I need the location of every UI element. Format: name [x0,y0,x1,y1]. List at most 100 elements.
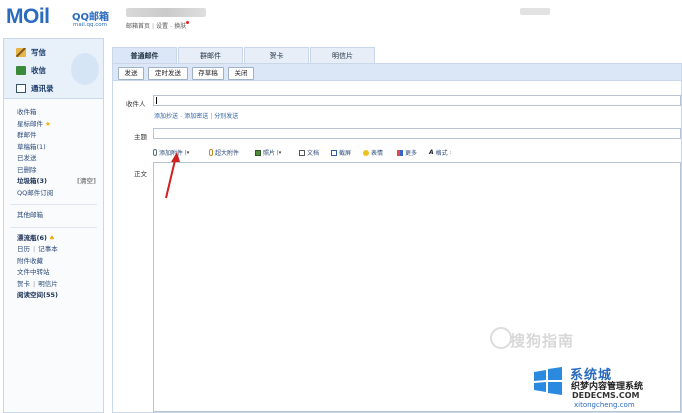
clear-spam-link[interactable]: [清空] [77,176,96,188]
photo-button[interactable]: 照片 |▾ [255,148,281,157]
folder-inbox[interactable]: 收件箱 [4,107,103,119]
big-paperclip-icon [209,149,213,156]
tab-greeting-card[interactable]: 贺卡 [244,47,309,64]
document-label: 文档 [307,150,320,157]
emoji-label: 表情 [371,150,384,157]
emoji-button[interactable]: 表情 [363,148,383,157]
scheduled-send-button[interactable]: 定时发送 [148,67,188,80]
qqmail-logo[interactable]: MOil [6,5,50,29]
compose-toolbar: 发送 定时发送 存草稿 关闭 [113,64,681,81]
folder-deleted[interactable]: 已删除 [4,165,103,177]
folder-file-transfer[interactable]: 文件中转站 [4,267,103,279]
chevron-down-icon[interactable]: |▾ [277,150,281,156]
link-calendar[interactable]: 日历 [17,245,30,253]
new-dot-icon [186,21,190,24]
link-mailbox-home[interactable]: 邮箱首页 [126,23,150,30]
more-button[interactable]: 更多 [397,148,417,157]
chevron-icon: : [449,149,452,156]
image-icon [255,149,261,156]
photo-label: 照片 [263,150,276,157]
contacts-button[interactable]: 通讯录 [16,83,54,94]
folder-starred[interactable]: 星标邮件 ★ [4,119,103,131]
blurred-username [126,8,206,17]
editor-toolbar: 添加附件 |▾ 超大附件 照片 |▾ 文档 截屏 表情 更多 A 格式: [153,148,681,160]
tab-postcard[interactable]: 明信片 [310,47,375,64]
recipient-input[interactable] [153,95,681,106]
format-button[interactable]: A 格式: [429,148,451,157]
star-icon: ★ [45,119,51,128]
font-icon: A [429,149,434,156]
logo-qq-label: QQ邮箱 [72,12,110,23]
link-postcard[interactable]: 明信片 [38,280,58,288]
divider [10,204,97,205]
more-icon [397,149,403,156]
text-caret [156,97,157,104]
link-card[interactable]: 贺卡 [17,280,30,288]
link-notes[interactable]: 记事本 [38,245,58,253]
add-bcc-link[interactable]: 添加密送 [184,113,208,120]
format-label: 格式 [435,150,448,157]
card-postcard-row: 贺卡 | 明信片 [17,279,58,288]
blurred-area [520,8,550,15]
calendar-notes-row: 日历 | 记事本 [17,245,58,253]
user-links: 邮箱首页 | 设置 - 换肤 [126,21,190,30]
smiley-icon [363,149,369,156]
folder-reading-space[interactable]: 阅读空间(55) [4,290,103,302]
receive-button[interactable]: 收信 [16,65,46,76]
site-url: xitongcheng.com [574,401,635,409]
tab-group-mail[interactable]: 群邮件 [178,47,243,64]
document-icon [299,149,305,156]
write-label: 写信 [31,48,46,57]
windows-logo-icon [534,367,562,395]
contacts-label: 通讯录 [31,84,54,93]
close-button[interactable]: 关闭 [228,67,254,80]
folder-other-mailbox[interactable]: 其他邮箱 [4,210,103,222]
chevron-down-icon[interactable]: |▾ [185,150,189,156]
folder-group-mail[interactable]: 群邮件 [4,130,103,142]
screenshot-label: 截屏 [339,150,352,157]
send-button[interactable]: 发送 [118,67,144,80]
folder-subscription[interactable]: QQ邮件订阅 [4,188,103,200]
document-button[interactable]: 文档 [299,148,319,157]
separate-send-link[interactable]: 分别发送 [214,113,238,120]
recipient-options: 添加抄送 - 添加密送 | 分别发送 [154,113,239,120]
folder-sent[interactable]: 已发送 [4,153,103,165]
add-cc-link[interactable]: 添加抄送 [154,113,178,120]
inbox-icon [16,66,26,75]
folder-drift-bottle[interactable]: 漂流瓶(6) ♠ [4,233,103,245]
mascot-decoration [71,53,99,85]
folder-drafts[interactable]: 草稿箱(1) [4,142,103,154]
save-draft-button[interactable]: 存草稿 [192,67,224,80]
screenshot-button[interactable]: 截屏 [331,148,351,157]
more-label: 更多 [405,150,418,157]
tab-normal-mail[interactable]: 普通邮件 [112,47,177,64]
big-attachment-label: 超大附件 [215,150,240,157]
scissors-icon [331,149,337,156]
subject-label: 主题 [134,133,147,141]
body-label: 正文 [134,170,147,178]
link-skin[interactable]: 换肤 [174,23,186,30]
big-attachment-button[interactable]: 超大附件 [209,148,239,157]
site-subtitle-2: DEDECMS.COM [572,391,640,400]
left-sidebar: 写信 收信 通讯录 收件箱 星标邮件 ★ 群邮件 草稿箱(1) 已发送 已删除 垃… [3,38,104,413]
site-watermark: 系统城 织梦内容管理系统 DEDECMS.COM xitongcheng.com [530,358,682,413]
sogou-watermark: 搜狗指南 [510,332,575,350]
compose-tabs: 普通邮件 群邮件 贺卡 明信片 [112,47,682,64]
paperclip-icon [153,149,157,156]
folder-spam[interactable]: 垃圾箱(3) [清空] [4,176,103,188]
folder-list: 收件箱 星标邮件 ★ 群邮件 草稿箱(1) 已发送 已删除 垃圾箱(3) [清空]… [4,99,103,302]
header: MOil QQ邮箱 mail.qq.com 邮箱首页 | 设置 - 换肤 [0,0,682,36]
divider [10,226,97,228]
subject-input[interactable] [153,128,681,139]
write-button[interactable]: 写信 [16,47,46,58]
sogou-logo-watermark [490,327,512,349]
logo-domain: mail.qq.com [73,22,108,28]
receive-label: 收信 [31,66,46,75]
address-book-icon [16,84,26,93]
drop-icon: ♠ [48,233,55,242]
pencil-icon [16,48,26,57]
recipient-label: 收件人 [126,100,146,108]
red-arrow-annotation [165,152,180,199]
folder-attachments[interactable]: 附件收藏 [4,256,103,268]
link-settings[interactable]: 设置 [156,23,168,30]
